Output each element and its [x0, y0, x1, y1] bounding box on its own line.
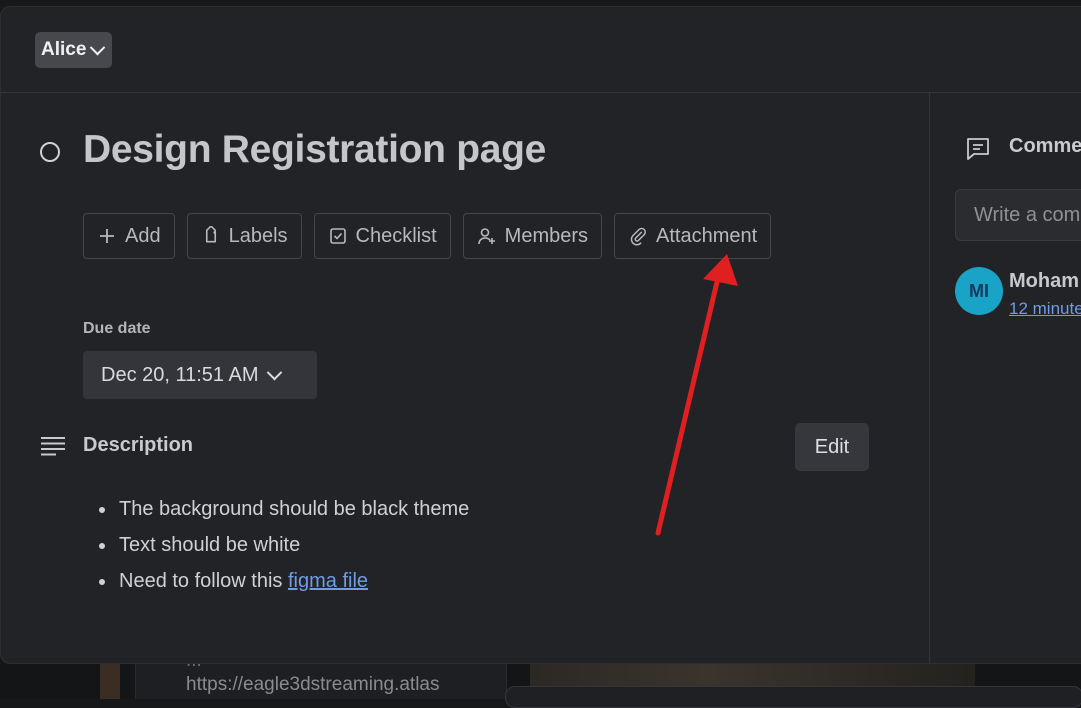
description-item: Need to follow this figma file	[98, 563, 469, 599]
description-item-text: The background should be black theme	[119, 498, 470, 520]
attachment-button[interactable]: Attachment	[614, 213, 772, 259]
user-add-icon	[477, 228, 495, 245]
chevron-down-icon	[266, 364, 282, 380]
due-date-value: Dec 20, 11:51 AM	[101, 363, 259, 386]
card-detail-modal: Alice Design Registration page Add Label…	[0, 6, 1081, 664]
description-item: The background should be black theme	[98, 491, 470, 527]
user-select-label: Alice	[41, 39, 87, 60]
edit-description-button[interactable]: Edit	[795, 423, 869, 471]
card-title[interactable]: Design Registration page	[83, 128, 546, 172]
card-main: Design Registration page Add Labels Chec…	[1, 93, 929, 663]
tag-icon	[205, 226, 216, 243]
comment-timestamp-link[interactable]: 12 minute	[1009, 299, 1081, 319]
plus-icon	[100, 229, 114, 243]
description-list: The background should be black theme Tex…	[98, 491, 470, 599]
comments-title: Comme	[1009, 135, 1081, 157]
members-button-label: Members	[504, 224, 589, 247]
checklist-button[interactable]: Checklist	[313, 213, 451, 259]
description-item-text: Text should be white	[119, 534, 301, 556]
comment-author: Moham	[1009, 270, 1079, 292]
comment-input[interactable]	[955, 189, 1081, 241]
description-item: Text should be white	[98, 527, 469, 563]
background-panel	[505, 686, 1081, 708]
figma-file-link[interactable]: figma file	[288, 570, 368, 592]
checkbox-icon	[329, 228, 346, 244]
labels-button-label: Labels	[228, 224, 288, 247]
complete-toggle-icon[interactable]	[40, 142, 60, 162]
chevron-down-icon	[90, 39, 106, 55]
description-label: Description	[83, 434, 194, 456]
checklist-button-label: Checklist	[355, 224, 437, 247]
avatar: MI	[955, 267, 1003, 315]
modal-header: Alice	[1, 7, 1081, 93]
attachment-button-label: Attachment	[656, 224, 758, 247]
description-item-text: Need to follow this	[119, 570, 288, 592]
background-url-text: https://eagle3dstreaming.atlas	[186, 674, 440, 695]
add-button[interactable]: Add	[83, 213, 175, 259]
labels-button[interactable]: Labels	[186, 213, 302, 259]
card-actions: Add Labels Checklist Members Attachment	[83, 213, 772, 259]
add-button-label: Add	[125, 224, 161, 247]
comments-sidebar: Comme MI Moham 12 minute	[929, 93, 1081, 663]
due-date-label: Due date	[83, 320, 151, 337]
text-lines-icon	[41, 437, 65, 456]
comment-icon	[967, 138, 989, 160]
user-select[interactable]: Alice	[35, 32, 113, 68]
due-date-button[interactable]: Dec 20, 11:51 AM	[83, 351, 317, 399]
members-button[interactable]: Members	[462, 213, 603, 259]
paperclip-icon	[630, 227, 646, 246]
